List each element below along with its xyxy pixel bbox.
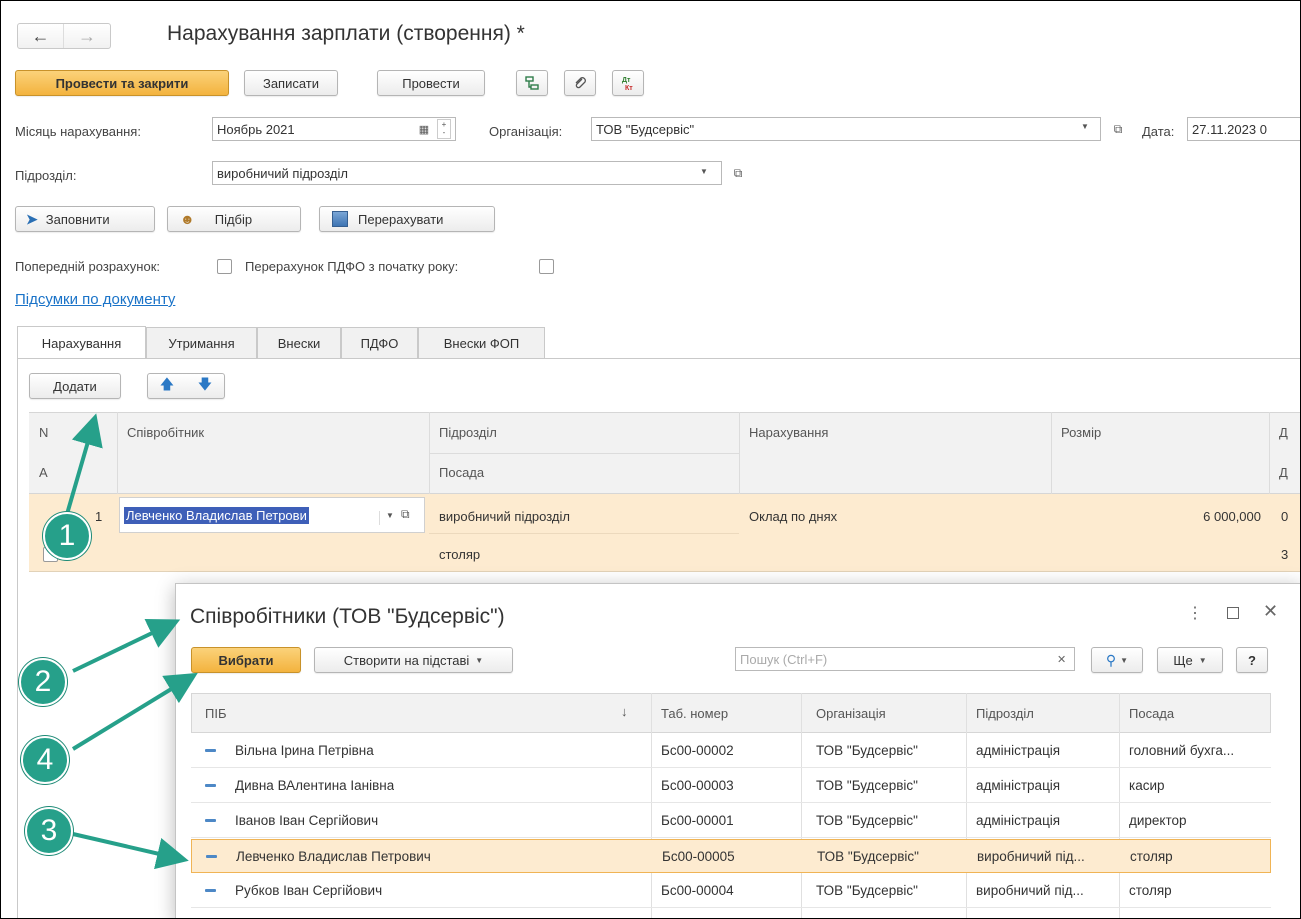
document-window: ← → Нарахування зарплати (створення) * П… xyxy=(0,0,1301,919)
annotation-arrows xyxy=(63,413,198,870)
step-marker-4: 4 xyxy=(21,736,69,784)
arrow-4 xyxy=(71,672,198,751)
step-marker-1: 1 xyxy=(43,512,91,560)
arrow-3 xyxy=(72,832,189,870)
step-marker-2: 2 xyxy=(19,658,67,706)
arrow-1 xyxy=(63,413,103,522)
arrow-2 xyxy=(72,618,181,673)
step-marker-3: 3 xyxy=(25,807,73,855)
